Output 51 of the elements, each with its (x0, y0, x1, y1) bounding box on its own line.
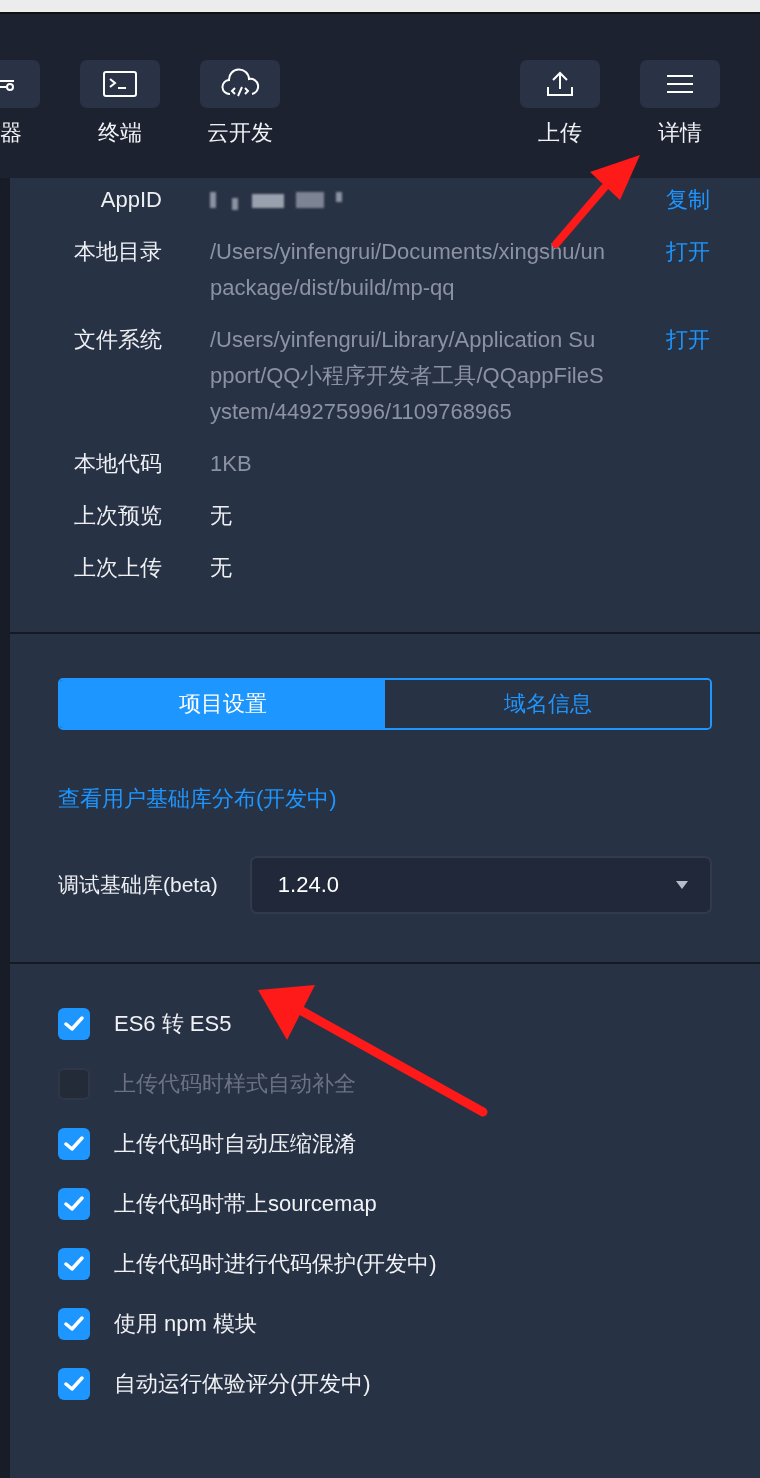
toolbar-button[interactable] (200, 60, 280, 108)
check-icon (64, 1196, 84, 1212)
upload-icon (546, 71, 574, 97)
check-icon (64, 1136, 84, 1152)
info-label: 上次预览 (73, 502, 162, 530)
option-label: 自动运行体验评分(开发中) (114, 1370, 371, 1398)
toolbar-label: 详情 (658, 119, 702, 147)
option-checkbox[interactable] (58, 1368, 90, 1400)
info-label: 本地目录 (73, 238, 162, 266)
check-icon (64, 1256, 84, 1272)
info-label: 上次上传 (73, 554, 162, 582)
option-label: 上传代码时自动压缩混淆 (114, 1130, 356, 1158)
info-value: 1KB (210, 450, 253, 478)
option-checkbox[interactable] (58, 1188, 90, 1220)
option-checkbox[interactable] (58, 1008, 90, 1040)
toolbar-label: 云开发 (207, 119, 273, 147)
dropdown-caret-icon (676, 881, 688, 889)
info-value: /Users/yinfengrui/Documents/xingshu/unpackage/dist/build/mp-qq (210, 238, 605, 302)
info-label: 文件系统 (73, 326, 162, 354)
toolbar-button[interactable] (640, 60, 720, 108)
option-label: 上传代码时进行代码保护(开发中) (114, 1250, 437, 1278)
check-icon (64, 1016, 84, 1032)
info-action-link[interactable]: 打开 (666, 322, 710, 358)
library-label: 调试基础库(beta) (58, 872, 218, 898)
option-checkbox[interactable] (58, 1128, 90, 1160)
toolbar-label: 上传 (538, 119, 582, 147)
info-label: AppID (99, 186, 162, 214)
check-icon (64, 1376, 84, 1392)
option-label: 使用 npm 模块 (114, 1310, 258, 1338)
info-label: 本地代码 (73, 450, 162, 478)
info-value: /Users/yinfengrui/Library/Application Support/QQ小程序开发者工具/QQappFileSystem/449275996/1109768965 (210, 326, 605, 426)
info-value: 无 (210, 554, 233, 582)
settings-tab[interactable]: 项目设置 (60, 680, 385, 728)
terminal-icon (103, 71, 137, 97)
info-value: 无 (210, 502, 233, 530)
menu-icon (667, 75, 693, 93)
option-checkbox[interactable] (58, 1308, 90, 1340)
toolbar-label: 终端 (98, 119, 142, 147)
toolbar-label: 器 (0, 119, 22, 147)
toolbar-button[interactable] (520, 60, 600, 108)
option-checkbox[interactable] (58, 1248, 90, 1280)
toolbar-button[interactable] (80, 60, 160, 108)
option-label: 上传代码时带上sourcemap (114, 1190, 377, 1218)
library-select[interactable]: 1.24.0 (249, 856, 712, 914)
option-label: ES6 转 ES5 (114, 1010, 232, 1038)
info-action-link[interactable]: 复制 (666, 182, 710, 218)
distribution-link[interactable]: 查看用户基础库分布(开发中) (58, 784, 337, 814)
toolbar-button[interactable] (0, 60, 40, 108)
info-action-link[interactable]: 打开 (666, 234, 710, 270)
check-icon (64, 1316, 84, 1332)
option-label: 上传代码时样式自动补全 (114, 1070, 356, 1098)
